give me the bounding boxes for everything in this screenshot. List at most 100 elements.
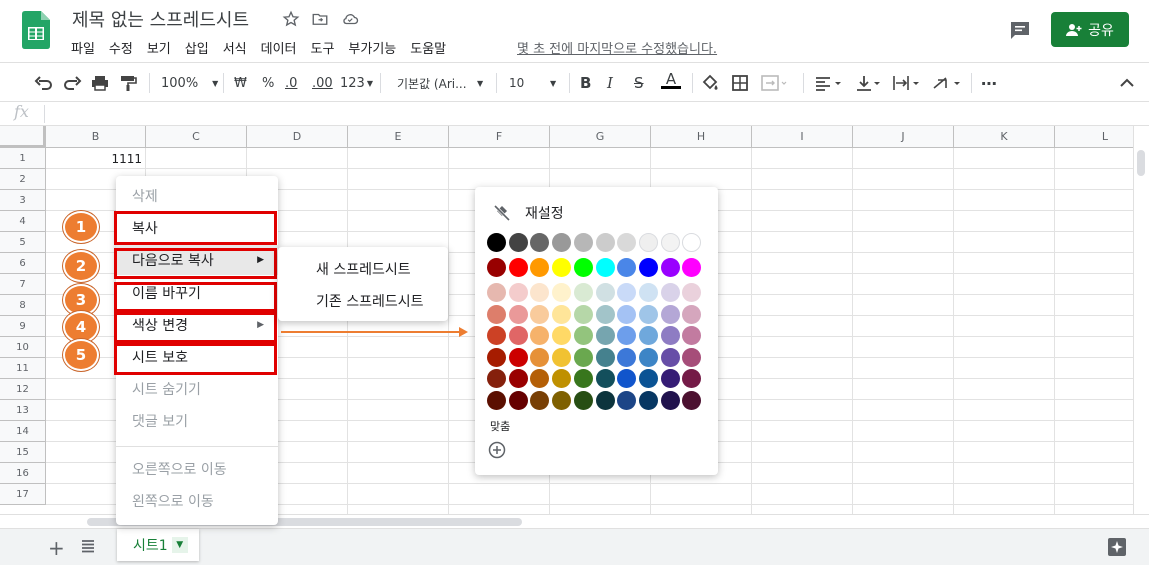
row-header-12[interactable]: 12 [0, 379, 46, 400]
color-swatch[interactable] [573, 391, 593, 410]
vertical-scrollbar[interactable] [1133, 126, 1149, 514]
menu-file[interactable]: 파일 [71, 38, 109, 57]
color-swatch[interactable] [552, 369, 572, 389]
vertical-align-icon[interactable] [855, 72, 883, 94]
color-swatch[interactable] [530, 258, 550, 277]
paint-format-icon[interactable] [118, 72, 138, 94]
more-options-icon[interactable]: ⋯ [981, 72, 998, 94]
color-swatch[interactable] [552, 326, 572, 346]
color-swatch[interactable] [573, 369, 593, 389]
menu-item-move-left[interactable]: 왼쪽으로 이동 [116, 486, 278, 516]
color-swatch[interactable] [595, 304, 615, 324]
column-header-e[interactable]: E [348, 126, 449, 148]
color-swatch[interactable] [487, 258, 506, 277]
text-wrapping-icon[interactable] [892, 72, 922, 94]
menu-item-hide-sheet[interactable]: 시트 숨기기 [116, 374, 278, 404]
add-custom-color-icon[interactable] [488, 441, 506, 459]
share-button[interactable]: 공유 [1051, 12, 1129, 47]
row-header-1[interactable]: 1 [0, 148, 46, 169]
color-swatch[interactable] [682, 391, 702, 410]
color-swatch[interactable] [552, 233, 572, 252]
color-swatch[interactable] [682, 326, 702, 346]
formula-bar[interactable]: fx [0, 102, 1149, 126]
color-swatch[interactable] [617, 304, 637, 324]
menu-data[interactable]: 데이터 [261, 38, 311, 57]
color-swatch[interactable] [660, 369, 680, 389]
move-to-folder-icon[interactable] [311, 10, 329, 28]
column-header-g[interactable]: G [550, 126, 651, 148]
horizontal-align-icon[interactable] [814, 72, 844, 94]
color-swatch[interactable] [660, 391, 680, 410]
row-header-11[interactable]: 11 [0, 358, 46, 379]
color-swatch[interactable] [487, 283, 506, 302]
column-header-c[interactable]: C [146, 126, 247, 148]
color-swatch[interactable] [617, 233, 637, 252]
color-swatch[interactable] [682, 233, 702, 252]
color-swatch[interactable] [573, 304, 593, 324]
color-swatch[interactable] [638, 233, 658, 252]
color-swatch[interactable] [682, 258, 702, 277]
column-header-f[interactable]: F [449, 126, 550, 148]
color-swatch[interactable] [487, 347, 506, 367]
color-swatch[interactable] [530, 283, 550, 302]
color-swatch[interactable] [595, 326, 615, 346]
sheets-logo-icon[interactable] [22, 11, 50, 49]
strikethrough-button[interactable]: S [634, 72, 644, 94]
color-swatch[interactable] [573, 233, 593, 252]
color-swatch[interactable] [617, 347, 637, 367]
document-title[interactable]: 제목 없는 스프레드시트 [72, 6, 249, 32]
last-edit-link[interactable]: 몇 초 전에 마지막으로 수정했습니다. [517, 38, 717, 57]
color-swatch[interactable] [617, 283, 637, 302]
row-header-6[interactable]: 6 [0, 253, 46, 274]
undo-icon[interactable] [34, 72, 54, 94]
row-header-7[interactable]: 7 [0, 274, 46, 295]
merge-cells-icon[interactable] [760, 72, 788, 94]
color-swatch[interactable] [573, 283, 593, 302]
color-swatch[interactable] [595, 283, 615, 302]
row-header-9[interactable]: 9 [0, 316, 46, 337]
color-swatch[interactable] [573, 258, 593, 277]
vertical-scrollbar-thumb[interactable] [1137, 150, 1145, 176]
decrease-decimal-button[interactable]: .0 [285, 72, 297, 94]
menu-insert[interactable]: 삽입 [185, 38, 223, 57]
font-family-select[interactable]: 기본값 (Ari... ▼ [397, 72, 487, 94]
font-size-select[interactable]: 10 ▼ [509, 72, 561, 94]
menu-item-move-right[interactable]: 오른쪽으로 이동 [116, 454, 278, 484]
color-swatch[interactable] [487, 369, 506, 389]
color-swatch[interactable] [573, 347, 593, 367]
redo-icon[interactable] [62, 72, 82, 94]
row-header-4[interactable]: 4 [0, 211, 46, 232]
color-swatch[interactable] [530, 391, 550, 410]
color-swatch[interactable] [508, 326, 528, 346]
bold-button[interactable]: B [580, 72, 591, 94]
submenu-item-new-spreadsheet[interactable]: 새 스프레드시트 [316, 259, 411, 279]
currency-format-button[interactable]: ₩ [234, 72, 247, 94]
color-swatch[interactable] [638, 283, 658, 302]
borders-icon[interactable] [731, 72, 749, 94]
column-header-j[interactable]: J [853, 126, 954, 148]
color-swatch[interactable] [552, 283, 572, 302]
color-swatch[interactable] [530, 347, 550, 367]
select-all-corner[interactable] [0, 126, 46, 148]
color-swatch[interactable] [508, 283, 528, 302]
color-swatch[interactable] [660, 283, 680, 302]
sheet-tab[interactable]: 시트1 ▼ [117, 529, 199, 561]
color-swatch[interactable] [595, 258, 615, 277]
column-header-h[interactable]: H [651, 126, 752, 148]
menu-item-view-comments[interactable]: 댓글 보기 [116, 406, 278, 436]
italic-button[interactable]: I [607, 72, 613, 94]
collapse-toolbar-icon[interactable] [1118, 72, 1136, 94]
more-formats-button[interactable]: 123 ▼ [340, 72, 373, 94]
text-color-button[interactable]: A [661, 72, 681, 94]
color-swatch[interactable] [682, 347, 702, 367]
color-swatch[interactable] [617, 326, 637, 346]
column-header-i[interactable]: I [752, 126, 853, 148]
menu-edit[interactable]: 수정 [109, 38, 147, 57]
color-swatch[interactable] [487, 304, 506, 324]
row-header-5[interactable]: 5 [0, 232, 46, 253]
all-sheets-icon[interactable] [80, 538, 96, 554]
menu-tools[interactable]: 도구 [311, 38, 349, 57]
reset-color-button[interactable]: 재설정 [493, 203, 564, 223]
color-swatch[interactable] [595, 347, 615, 367]
color-swatch[interactable] [595, 391, 615, 410]
